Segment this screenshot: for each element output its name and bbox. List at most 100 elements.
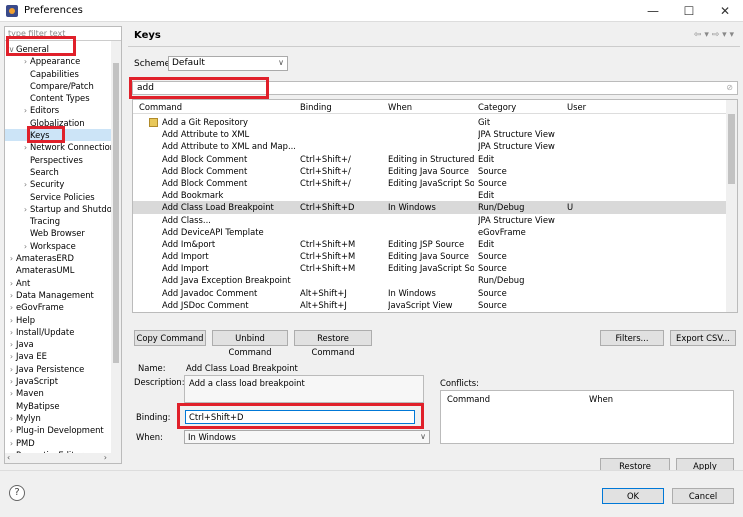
maximize-button[interactable]: ☐: [671, 0, 707, 22]
tree-item[interactable]: › eGovFrame: [5, 301, 111, 313]
chevron-right-icon[interactable]: ›: [7, 438, 16, 449]
table-row[interactable]: Add Class Load Breakpoint Ctrl+Shift+D In …: [133, 201, 727, 214]
chevron-right-icon[interactable]: ›: [21, 179, 30, 190]
chevron-right-icon[interactable]: ›: [21, 56, 30, 67]
cell-command: Add Block Comment: [162, 165, 248, 176]
tree-scroll-thumb[interactable]: [113, 63, 119, 363]
table-row[interactable]: Add Attribute to XML and Map... JPA Struc…: [133, 140, 727, 152]
table-row[interactable]: Add Bookmark Edit: [133, 189, 727, 201]
chevron-right-icon[interactable]: ›: [21, 142, 30, 153]
conflict-column-command[interactable]: Command: [447, 394, 490, 404]
table-vertical-scrollbar[interactable]: [726, 100, 737, 312]
column-user[interactable]: User: [567, 102, 586, 112]
tree-item[interactable]: Tracing: [5, 215, 111, 227]
nav-arrows-icon[interactable]: ⇦ ▾ ⇨ ▾ ▾: [694, 30, 734, 40]
tree-item[interactable]: Content Types: [5, 92, 111, 104]
export-csv-button[interactable]: Export CSV...: [670, 330, 736, 346]
table-row[interactable]: Add Java Exception Breakpoint Run/Debug: [133, 274, 727, 286]
tree-item[interactable]: › Plug-in Development: [5, 424, 111, 436]
table-row[interactable]: Add JSDoc Comment Alt+Shift+J JavaScript V…: [133, 299, 727, 311]
table-row[interactable]: Add Import Ctrl+Shift+M Editing JavaScript…: [133, 262, 727, 274]
unbind-command-button[interactable]: Unbind Command: [212, 330, 288, 357]
column-category[interactable]: Category: [478, 102, 516, 112]
tree-item[interactable]: Search: [5, 166, 111, 178]
chevron-right-icon[interactable]: ›: [7, 388, 16, 399]
tree-item[interactable]: MyBatipse: [5, 400, 111, 412]
description-field[interactable]: Add a class load breakpoint: [184, 375, 424, 403]
tree-item[interactable]: › PMD: [5, 437, 111, 449]
tree-item[interactable]: › Network Connection: [5, 141, 111, 153]
tree-item[interactable]: › Install/Update: [5, 326, 111, 338]
when-select[interactable]: In Windows ∨: [184, 430, 430, 444]
table-row[interactable]: Add Block Comment Ctrl+Shift+/ Editing Jav…: [133, 177, 727, 189]
clear-search-icon[interactable]: ⊘: [726, 83, 733, 92]
minimize-button[interactable]: —: [635, 0, 671, 22]
tree-item[interactable]: › Maven: [5, 387, 111, 399]
conflict-column-when[interactable]: When: [589, 394, 613, 404]
chevron-right-icon[interactable]: ›: [7, 376, 16, 387]
tree-item[interactable]: › Help: [5, 314, 111, 326]
table-row[interactable]: Add Javadoc Comment Alt+Shift+J In Windows…: [133, 287, 727, 299]
tree-item[interactable]: › Java Persistence: [5, 363, 111, 375]
tree-item[interactable]: › AmaterasERD: [5, 252, 111, 264]
tree-item[interactable]: › Data Management: [5, 289, 111, 301]
chevron-right-icon[interactable]: ›: [7, 290, 16, 301]
column-command[interactable]: Command: [139, 102, 182, 112]
table-row[interactable]: Add Attribute to XML JPA Structure View: [133, 128, 727, 140]
cell-command: Add DeviceAPI Template: [162, 226, 264, 237]
chevron-right-icon[interactable]: ›: [21, 204, 30, 215]
table-row[interactable]: Add Class... JPA Structure View: [133, 214, 727, 226]
tree-item[interactable]: › Appearance: [5, 55, 111, 67]
chevron-right-icon[interactable]: ›: [21, 105, 30, 116]
chevron-right-icon[interactable]: ›: [7, 425, 16, 436]
chevron-right-icon[interactable]: ›: [7, 302, 16, 313]
tree-item[interactable]: › Security: [5, 178, 111, 190]
tree-item[interactable]: AmaterasUML: [5, 264, 111, 276]
table-row[interactable]: Add DeviceAPI Template eGovFrame: [133, 226, 727, 238]
tree-item[interactable]: › JavaScript: [5, 375, 111, 387]
help-icon[interactable]: ?: [9, 485, 25, 501]
tree-item-label: MyBatipse: [16, 400, 60, 411]
table-row[interactable]: Add Im&port Ctrl+Shift+M Editing JSP Sourc…: [133, 238, 727, 250]
tree-horizontal-scrollbar[interactable]: ‹ ›: [5, 453, 121, 463]
chevron-right-icon[interactable]: ›: [7, 315, 16, 326]
tree-item[interactable]: Perspectives: [5, 154, 111, 166]
copy-command-button[interactable]: Copy Command: [134, 330, 206, 346]
chevron-right-icon[interactable]: ›: [7, 253, 16, 264]
chevron-right-icon[interactable]: ›: [7, 339, 16, 350]
tree-item[interactable]: › Mylyn: [5, 412, 111, 424]
table-row[interactable]: Add Block Comment Ctrl+Shift+/ Editing in …: [133, 153, 727, 165]
column-when[interactable]: When: [388, 102, 412, 112]
restore-command-button[interactable]: Restore Command: [294, 330, 372, 357]
scroll-left-icon[interactable]: ‹: [7, 453, 10, 462]
chevron-right-icon[interactable]: ›: [21, 241, 30, 252]
tree-item[interactable]: Capabilities: [5, 68, 111, 80]
tree-item[interactable]: › Workspace: [5, 240, 111, 252]
chevron-right-icon[interactable]: ›: [7, 351, 16, 362]
chevron-right-icon[interactable]: ›: [7, 278, 16, 289]
table-row[interactable]: Add a Git Repository Git: [133, 116, 727, 128]
cancel-button[interactable]: Cancel: [672, 488, 734, 504]
tree-item[interactable]: › Java: [5, 338, 111, 350]
table-row[interactable]: Add Import Ctrl+Shift+M Editing Java Sourc…: [133, 250, 727, 262]
tree-item[interactable]: Service Policies: [5, 191, 111, 203]
filters-button[interactable]: Filters...: [600, 330, 664, 346]
tree-item[interactable]: › Editors: [5, 104, 111, 116]
tree-item[interactable]: › Ant: [5, 277, 111, 289]
tree-item[interactable]: › Java EE: [5, 350, 111, 362]
scheme-select[interactable]: Default ∨: [168, 56, 288, 71]
tree-item[interactable]: Web Browser: [5, 227, 111, 239]
close-button[interactable]: ✕: [707, 0, 743, 22]
tree-item[interactable]: Compare/Patch: [5, 80, 111, 92]
tree-vertical-scrollbar[interactable]: [111, 41, 121, 453]
tree-item[interactable]: › Startup and Shutdo: [5, 203, 111, 215]
chevron-right-icon[interactable]: ›: [7, 364, 16, 375]
table-row[interactable]: Add Block Comment Ctrl+Shift+/ Editing Jav…: [133, 165, 727, 177]
chevron-right-icon[interactable]: ›: [7, 327, 16, 338]
table-scroll-thumb[interactable]: [728, 114, 735, 184]
chevron-right-icon[interactable]: ›: [7, 413, 16, 424]
cell-category: Source: [478, 177, 507, 188]
scroll-right-icon[interactable]: ›: [104, 453, 107, 462]
ok-button[interactable]: OK: [602, 488, 664, 504]
column-binding[interactable]: Binding: [300, 102, 332, 112]
